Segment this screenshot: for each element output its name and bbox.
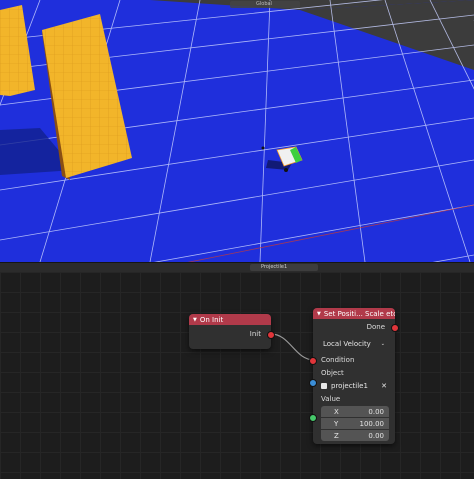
collapse-chevron-icon[interactable]: ▼: [193, 317, 197, 323]
mode-dropdown-value: Local Velocity: [323, 339, 371, 348]
set-position-node[interactable]: ▼ Set Positi... Scale etc. Done Local Ve…: [309, 308, 399, 444]
value-input-socket[interactable]: [309, 414, 317, 422]
object-picker[interactable]: projectile1 ✕: [318, 380, 390, 392]
x-field[interactable]: X 0.00: [321, 406, 389, 417]
object-name-label: Projectile1: [261, 264, 288, 270]
z-field[interactable]: Z 0.00: [321, 430, 389, 441]
object-label: Object: [321, 369, 344, 377]
z-label: Z: [334, 431, 339, 440]
node-links: [270, 333, 315, 361]
object-picker-value: projectile1: [331, 382, 368, 390]
chevron-down-icon: ⌄: [380, 340, 385, 347]
collapse-chevron-icon[interactable]: ▼: [317, 311, 321, 317]
object-name-field[interactable]: Projectile1: [250, 264, 318, 271]
set-position-node-header[interactable]: ▼ Set Positi... Scale etc.: [313, 308, 395, 319]
viewport-scene: [0, 0, 474, 262]
z-value: 0.00: [368, 431, 384, 440]
y-value: 100.00: [359, 419, 385, 428]
on-init-node[interactable]: ▼ On Init Init: [189, 314, 275, 349]
done-output-socket[interactable]: [391, 324, 399, 332]
on-init-title: On Init: [199, 315, 224, 324]
mode-dropdown[interactable]: Local Velocity ⌄: [318, 338, 390, 349]
condition-label: Condition: [321, 356, 355, 364]
set-position-title: Set Positi... Scale etc.: [323, 309, 395, 318]
node-editor-canvas[interactable]: ▼ On Init Init ▼ Set Positi... Scale etc…: [0, 272, 474, 479]
done-output-label: Done: [366, 323, 385, 331]
condition-input-socket[interactable]: [309, 357, 317, 365]
y-label: Y: [334, 419, 339, 428]
transform-orientation-label: Global: [256, 1, 272, 7]
viewport-header-widget[interactable]: Global: [230, 1, 300, 8]
init-output-label: Init: [249, 330, 261, 338]
3d-viewport[interactable]: Global: [0, 0, 474, 262]
init-output-socket[interactable]: [267, 331, 275, 339]
object-input-socket[interactable]: [309, 379, 317, 387]
y-field[interactable]: Y 100.00: [321, 418, 389, 429]
value-label: Value: [321, 395, 341, 403]
x-value: 0.00: [368, 407, 384, 416]
x-label: X: [334, 407, 339, 416]
object-cube-icon: [321, 383, 327, 389]
clear-icon[interactable]: ✕: [381, 382, 387, 390]
on-init-node-header[interactable]: ▼ On Init: [189, 314, 271, 325]
